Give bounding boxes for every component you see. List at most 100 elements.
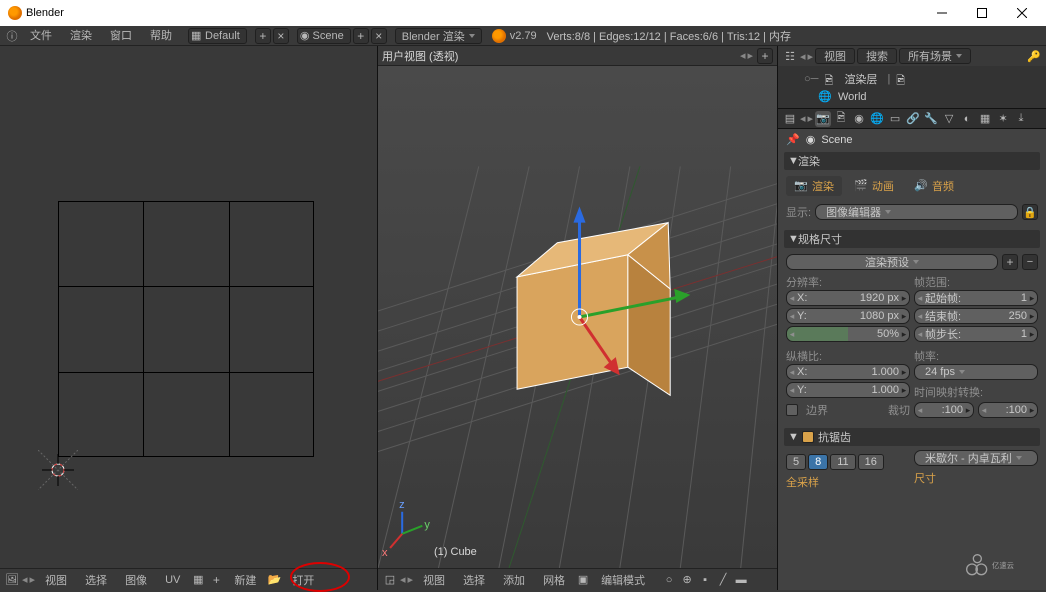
aa-enable-checkbox[interactable]: [802, 431, 814, 443]
menu-window[interactable]: 窗口: [102, 26, 140, 46]
remap-new-field[interactable]: ◂:100▸: [978, 402, 1038, 418]
render-engine-selector[interactable]: Blender 渲染: [395, 28, 482, 44]
maximize-button[interactable]: [962, 0, 1002, 26]
aspect-x-field[interactable]: ◂X:1.000▸: [786, 364, 910, 380]
panel-antialias-header[interactable]: ▼抗锯齿: [784, 428, 1040, 446]
resolution-y-field[interactable]: ◂Y:1080 px▸: [786, 308, 910, 324]
remap-old-field[interactable]: ◂:100▸: [914, 402, 974, 418]
properties-type-icon[interactable]: ▤: [782, 111, 798, 127]
audio-button[interactable]: 🔊音频: [906, 176, 962, 196]
select-mode-vert-icon[interactable]: ▪: [697, 572, 713, 588]
panel-render-header[interactable]: ▼渲染: [784, 152, 1040, 170]
close-button[interactable]: [1002, 0, 1042, 26]
tab-data-icon[interactable]: ▽: [941, 111, 957, 127]
pivot-icon[interactable]: ⊕: [679, 572, 695, 588]
uv-menu-uvs[interactable]: UV: [157, 574, 188, 586]
uv-menu-select[interactable]: 选择: [77, 572, 115, 588]
outliner-menu-toggle[interactable]: ◂▸: [800, 50, 813, 63]
minimize-button[interactable]: [922, 0, 962, 26]
outliner-tree[interactable]: ○─🖻 渲染层 | 🖻 🌐 World: [778, 66, 1046, 108]
aa-sample-11[interactable]: 11: [830, 454, 855, 470]
tab-particles-icon[interactable]: ✶: [995, 111, 1011, 127]
image-new-plus-icon[interactable]: [208, 572, 224, 588]
tab-scene-icon[interactable]: ◉: [851, 111, 867, 127]
outliner-search-menu[interactable]: 搜索: [857, 48, 897, 64]
resolution-pct-field[interactable]: ◂50%▸: [786, 326, 910, 342]
full-sample-label[interactable]: 全采样: [786, 474, 819, 490]
aa-filter-selector[interactable]: 米歇尔 - 内卓瓦利: [914, 450, 1038, 466]
tab-physics-icon[interactable]: ⤓: [1013, 111, 1029, 127]
image-browse-icon[interactable]: ▦: [190, 572, 206, 588]
tab-world-icon[interactable]: 🌐: [869, 111, 885, 127]
uv-menu-image[interactable]: 图像: [117, 572, 155, 588]
viewport-split-button[interactable]: [757, 48, 773, 64]
layout-remove-button[interactable]: [273, 28, 289, 44]
tab-renderlayers-icon[interactable]: 🖻: [833, 111, 849, 127]
menu-render[interactable]: 渲染: [62, 26, 100, 46]
frame-start-field[interactable]: ◂起始帧:1▸: [914, 290, 1038, 306]
shading-icon[interactable]: ○: [661, 572, 677, 588]
scene-selector[interactable]: ◉ Scene: [297, 28, 351, 44]
outliner-type-icon[interactable]: ☷: [782, 48, 798, 64]
props-menu-toggle[interactable]: ◂▸: [800, 112, 813, 125]
menu-help[interactable]: 帮助: [142, 26, 180, 46]
aa-sample-16[interactable]: 16: [858, 454, 884, 470]
outliner-filter[interactable]: 所有场景: [899, 48, 971, 64]
frame-step-field[interactable]: ◂帧步长:1▸: [914, 326, 1038, 342]
uv-menu-view[interactable]: 视图: [37, 572, 75, 588]
aa-sample-5[interactable]: 5: [786, 454, 806, 470]
viewport-canvas[interactable]: z y x (1) Cube: [378, 66, 777, 568]
border-checkbox[interactable]: [786, 404, 798, 416]
scene-remove-button[interactable]: [371, 28, 387, 44]
uv-editor-type-icon[interactable]: 🖼: [4, 572, 20, 588]
v3d-menu-view[interactable]: 视图: [415, 572, 453, 588]
display-selector[interactable]: 图像编辑器: [815, 204, 1018, 220]
outliner-view-menu[interactable]: 视图: [815, 48, 855, 64]
resolution-x-field[interactable]: ◂X:1920 px▸: [786, 290, 910, 306]
preset-remove-button[interactable]: −: [1022, 254, 1038, 270]
uv-open-button[interactable]: 打开: [284, 572, 322, 588]
layout-add-button[interactable]: [255, 28, 271, 44]
outliner-key-icon[interactable]: 🔑: [1026, 48, 1042, 64]
uv-canvas[interactable]: [0, 46, 377, 568]
v3d-menu-mesh[interactable]: 网格: [535, 572, 573, 588]
tab-constraints-icon[interactable]: 🔗: [905, 111, 921, 127]
pin-icon[interactable]: 📌: [786, 133, 800, 146]
fps-selector[interactable]: 24 fps: [914, 364, 1038, 380]
v3d-menu-select[interactable]: 选择: [455, 572, 493, 588]
uv-new-button[interactable]: 新建: [226, 572, 264, 588]
tab-render-icon[interactable]: 📷: [815, 111, 831, 127]
frame-end-field[interactable]: ◂结束帧:250▸: [914, 308, 1038, 324]
tab-object-icon[interactable]: ▭: [887, 111, 903, 127]
menu-file[interactable]: 文件: [22, 26, 60, 46]
render-preset-selector[interactable]: 渲染预设: [786, 254, 998, 270]
info-editor-type-icon[interactable]: ⓘ: [4, 28, 20, 44]
outliner-header: ☷ ◂▸ 视图 搜索 所有场景 🔑: [778, 46, 1046, 66]
outliner-row-renderlayers[interactable]: ○─🖻 渲染层 | 🖻: [804, 70, 1046, 88]
viewport-menu-toggle[interactable]: ◂▸: [400, 573, 413, 586]
aa-sample-8[interactable]: 8: [808, 454, 828, 470]
v3d-menu-add[interactable]: 添加: [495, 572, 533, 588]
tab-modifiers-icon[interactable]: 🔧: [923, 111, 939, 127]
outliner-row-world[interactable]: 🌐 World: [804, 88, 1046, 106]
render-button[interactable]: 📷渲染: [786, 176, 842, 196]
mode-selector[interactable]: 编辑模式: [593, 572, 653, 588]
select-mode-face-icon[interactable]: ▬: [733, 572, 749, 588]
aa-samples-row: 5 8 11 16: [786, 454, 910, 470]
tab-material-icon[interactable]: ◐: [959, 111, 975, 127]
preset-add-button[interactable]: [1002, 254, 1018, 270]
viewport-editor-type-icon[interactable]: ◲: [382, 572, 398, 588]
mode-icon[interactable]: ▣: [575, 572, 591, 588]
lock-interface-icon[interactable]: 🔒: [1022, 204, 1038, 220]
select-mode-edge-icon[interactable]: ╱: [715, 572, 731, 588]
layout-selector[interactable]: ▦ Default: [188, 28, 247, 44]
scene-add-button[interactable]: [353, 28, 369, 44]
folder-open-icon[interactable]: 📂: [266, 572, 282, 588]
menu-collapse-toggle[interactable]: ◂▸: [22, 573, 35, 586]
header-collapse-toggle[interactable]: ◂▸: [740, 49, 753, 62]
animation-button[interactable]: 🎬动画: [846, 176, 902, 196]
window-titlebar: Blender: [0, 0, 1046, 26]
panel-dimensions-header[interactable]: ▼规格尺寸: [784, 230, 1040, 248]
tab-texture-icon[interactable]: ▦: [977, 111, 993, 127]
aspect-y-field[interactable]: ◂Y:1.000▸: [786, 382, 910, 398]
